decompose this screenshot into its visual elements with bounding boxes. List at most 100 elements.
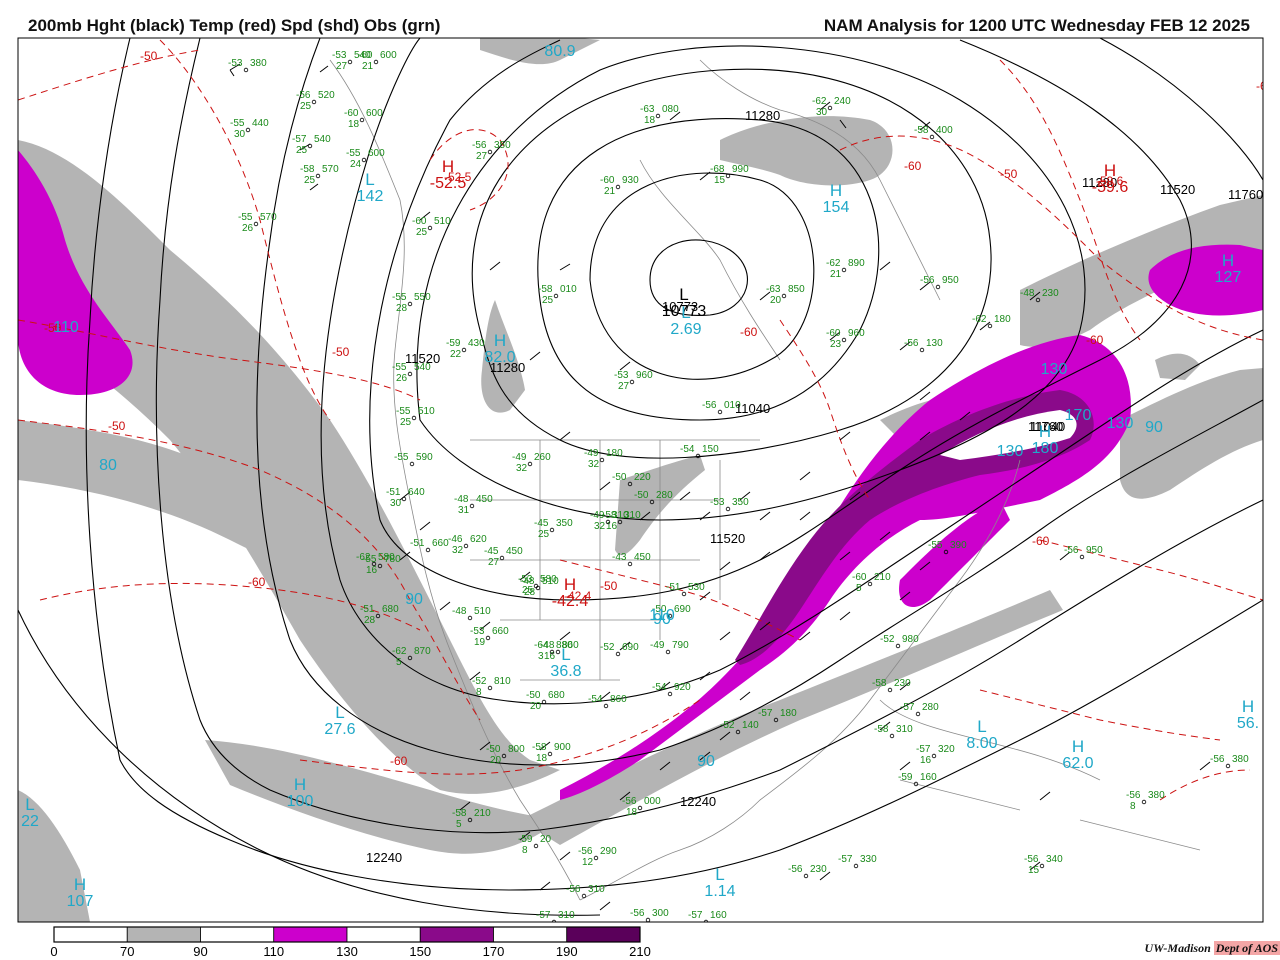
- center-letter: L: [365, 170, 374, 189]
- legend-tick: 70: [120, 944, 134, 959]
- obs-temp: -48: [454, 494, 469, 505]
- obs-temp: -52: [880, 634, 895, 645]
- height-label: 11520: [405, 351, 440, 366]
- legend-bin: [126, 926, 201, 943]
- temperature-label: -50: [600, 579, 618, 593]
- obs-temp: -52: [600, 642, 615, 653]
- obs-temp: -60: [852, 572, 867, 583]
- speed-label: 90: [405, 591, 423, 608]
- obs-temp: -58: [914, 125, 929, 136]
- obs-height: 850: [788, 284, 805, 295]
- height-label: 11520: [1160, 182, 1195, 197]
- speed-label: 90: [697, 753, 715, 770]
- center-letter: L: [335, 703, 344, 722]
- obs-temp: -63: [766, 284, 781, 295]
- credit-dept: Dept of AOS: [1213, 941, 1280, 955]
- obs-dewpoint: 21: [604, 186, 616, 197]
- legend-tick: 0: [50, 944, 57, 959]
- temperature-label: -60: [904, 159, 922, 173]
- obs-height: 230: [1042, 288, 1059, 299]
- height-label: 11520: [710, 531, 745, 546]
- obs-height: 20: [540, 834, 552, 845]
- obs-temp: -49: [590, 510, 605, 521]
- obs-height: 430: [468, 338, 485, 349]
- obs-height: 180: [780, 708, 797, 719]
- center-letter: L: [25, 795, 34, 814]
- obs-temp: -60: [826, 328, 841, 339]
- obs-dewpoint: 32: [452, 545, 464, 556]
- obs-height: 950: [942, 275, 959, 286]
- center-value: 2.69: [670, 321, 701, 338]
- center-value: -42.4: [552, 593, 589, 610]
- obs-height: 350: [732, 497, 749, 508]
- obs-temp: -60: [600, 175, 615, 186]
- obs-temp: -55: [238, 212, 253, 223]
- obs-temp: -58: [452, 808, 467, 819]
- obs-height: 280: [922, 702, 939, 713]
- center-letter: L: [977, 717, 986, 736]
- obs-temp: -59: [446, 338, 461, 349]
- temperature-label: -60: [390, 754, 408, 768]
- obs-dewpoint: 26: [242, 223, 254, 234]
- obs-height: 220: [634, 472, 651, 483]
- obs-temp: -58: [872, 678, 887, 689]
- obs-temp: -59: [898, 772, 913, 783]
- obs-temp: -53: [518, 574, 533, 585]
- obs-dewpoint: 27: [476, 151, 488, 162]
- obs-dewpoint: 18: [536, 753, 548, 764]
- legend-tick: 150: [409, 944, 431, 959]
- obs-dewpoint: 11: [692, 921, 703, 932]
- obs-dewpoint: 25: [542, 295, 554, 306]
- obs-temp: -57: [916, 744, 931, 755]
- obs-temp: -57: [900, 702, 915, 713]
- center-value: 82.0: [484, 349, 515, 366]
- obs-temp: -58: [538, 284, 553, 295]
- obs-dewpoint: 16: [606, 521, 618, 532]
- obs-temp: -50: [612, 472, 627, 483]
- obs-height: 570: [322, 164, 339, 175]
- obs-dewpoint: 23: [830, 339, 842, 350]
- obs-height: 600: [380, 50, 397, 61]
- obs-temp: -56: [1064, 545, 1079, 556]
- obs-temp: -56: [1024, 854, 1039, 865]
- center-letter: L: [561, 645, 570, 664]
- legend-bin: [419, 926, 494, 943]
- obs-height: 210: [874, 572, 891, 583]
- obs-temp: -45: [534, 518, 549, 529]
- speed-label: 130: [1041, 361, 1068, 378]
- center-letter: L: [681, 303, 690, 322]
- height-label: 11040: [735, 401, 770, 416]
- obs-height: 510: [434, 216, 451, 227]
- center-letter: H: [1072, 737, 1084, 756]
- obs-height: 160: [920, 772, 937, 783]
- obs-dewpoint: 12: [582, 857, 594, 868]
- obs-temp: -53: [710, 497, 725, 508]
- speed-label: 80.9: [544, 43, 575, 60]
- temperature-label: -60: [1032, 534, 1050, 548]
- center-letter: L: [679, 285, 688, 304]
- obs-height: 520: [318, 90, 335, 101]
- obs-height: 450: [476, 494, 493, 505]
- obs-height: 150: [702, 444, 719, 455]
- obs-height: 510: [418, 406, 435, 417]
- credit: UW-Madison Dept of AOS: [1145, 941, 1280, 956]
- obs-height: 260: [534, 452, 551, 463]
- obs-height: 240: [834, 96, 851, 107]
- obs-temp: -49: [512, 452, 527, 463]
- obs-temp: -60: [412, 216, 427, 227]
- obs-temp: -45: [484, 546, 499, 557]
- obs-height: 380: [1232, 754, 1249, 765]
- obs-temp: -57: [838, 854, 853, 865]
- obs-height: 310: [588, 884, 605, 895]
- obs-dewpoint: 16: [920, 755, 932, 766]
- obs-temp: -53: [332, 50, 347, 61]
- obs-dewpoint: 19: [474, 637, 486, 648]
- obs-temp: -56: [920, 275, 935, 286]
- temperature-label: -50: [332, 345, 350, 359]
- obs-height: 530: [688, 582, 705, 593]
- center-value: -59.6: [1092, 179, 1129, 196]
- obs-height: 350: [556, 518, 573, 529]
- obs-height: 580: [540, 574, 557, 585]
- obs-temp: -53: [470, 626, 485, 637]
- center-letter: H: [494, 331, 506, 350]
